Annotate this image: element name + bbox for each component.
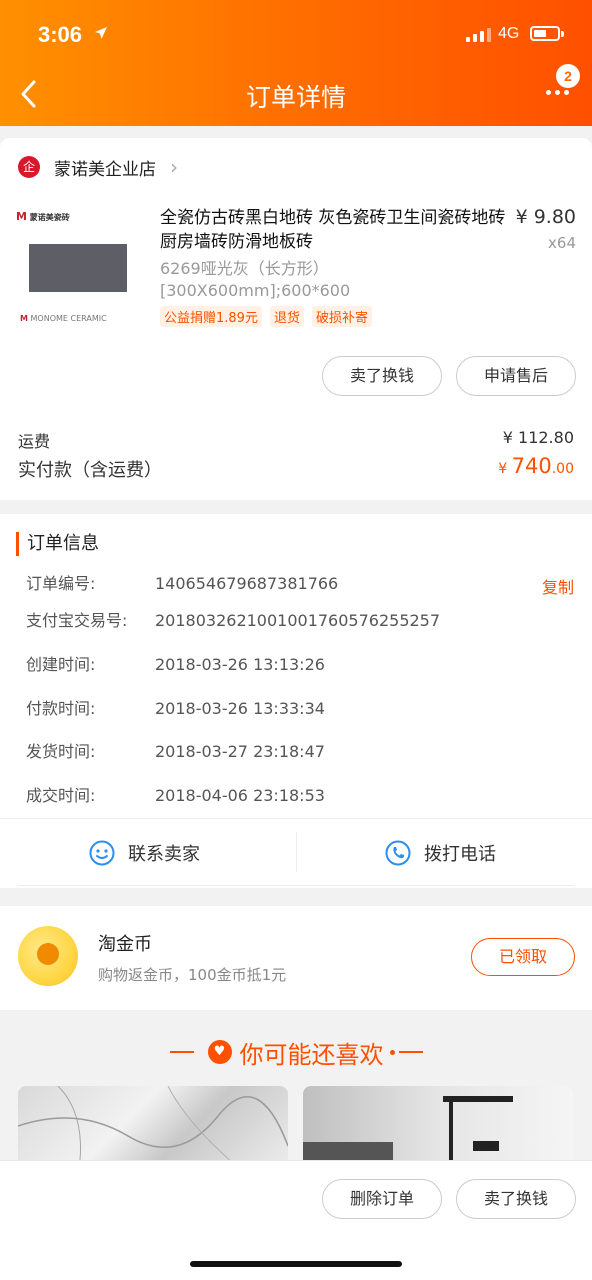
heading-line-right bbox=[398, 1051, 423, 1053]
info-value: 2018-03-27 23:18:47 bbox=[155, 742, 325, 761]
tag-charity: 公益捐赠1.89元 bbox=[160, 306, 262, 327]
heart-icon: ♥ bbox=[207, 1040, 232, 1064]
paid-decimal: .00 bbox=[551, 461, 574, 477]
vertical-divider bbox=[296, 832, 297, 872]
info-value: 140654679687381766 bbox=[155, 574, 339, 593]
divider bbox=[18, 885, 574, 886]
paid-currency: ¥ bbox=[498, 461, 508, 477]
product-spec: 6269哑光灰（长方形）[300X600mm];600*600 bbox=[160, 259, 351, 300]
network-type: 4G bbox=[498, 25, 520, 42]
tag-damage: 破损补寄 bbox=[311, 306, 372, 327]
call-phone-button[interactable]: 拨打电话 bbox=[384, 820, 496, 886]
info-value: 2018-03-26 13:33:34 bbox=[155, 699, 325, 718]
bottom-action-bar: 删除订单 卖了换钱 bbox=[0, 1160, 592, 1280]
product-tile-graphic bbox=[29, 244, 127, 292]
info-value: 2018-04-06 23:18:53 bbox=[155, 786, 325, 805]
info-key: 订单编号: bbox=[26, 574, 96, 593]
sell-for-cash-button-bottom[interactable]: 卖了换钱 bbox=[456, 1179, 576, 1219]
info-value: 2018032621001001760576255257 bbox=[155, 611, 441, 630]
recommend-heading: ♥ 你可能还喜欢 bbox=[0, 1032, 592, 1072]
shop-name: 蒙诺美企业店 bbox=[54, 159, 156, 180]
coins-received-button[interactable]: 已领取 bbox=[471, 938, 575, 976]
heading-dot bbox=[389, 1049, 395, 1055]
paid-integer: 740 bbox=[511, 454, 552, 478]
paid-label: 实付款（含运费） bbox=[18, 460, 162, 481]
copy-button[interactable]: 复制 bbox=[542, 574, 574, 598]
contact-seller-button[interactable]: 联系卖家 bbox=[88, 820, 200, 886]
info-key: 发货时间: bbox=[26, 742, 96, 761]
product-image-footer: M MONOME CERAMIC bbox=[20, 314, 107, 323]
contact-seller-label: 联系卖家 bbox=[128, 844, 200, 865]
product-title[interactable]: 全瓷仿古砖黑白地砖 灰色瓷砖卫生间瓷砖地砖 厨房墙砖防滑地板砖 bbox=[160, 206, 510, 254]
shipping-value: ¥ 112.80 bbox=[502, 428, 574, 447]
shop-link[interactable]: 企 蒙诺美企业店 › bbox=[18, 152, 178, 182]
tag-return: 退货 bbox=[269, 306, 304, 327]
coin-subtitle: 购物返金币，100金币抵1元 bbox=[98, 966, 287, 984]
delete-order-button[interactable]: 删除订单 bbox=[322, 1179, 442, 1219]
recommend-title: 你可能还喜欢 bbox=[239, 1040, 384, 1069]
taojinbi-card: 淘金币 购物返金币，100金币抵1元 已领取 bbox=[0, 906, 592, 1010]
call-phone-label: 拨打电话 bbox=[424, 844, 496, 865]
signal-icon bbox=[466, 28, 491, 42]
product-image[interactable]: M 蒙诺美瓷砖 M MONOME CERAMIC bbox=[14, 206, 144, 336]
location-arrow-icon bbox=[95, 27, 107, 39]
more-dots-icon[interactable] bbox=[546, 90, 569, 95]
info-key: 成交时间: bbox=[26, 786, 96, 805]
product-quantity: x64 bbox=[548, 234, 576, 252]
product-image-brand: M 蒙诺美瓷砖 bbox=[16, 210, 70, 223]
sell-for-cash-button[interactable]: 卖了换钱 bbox=[322, 356, 442, 396]
product-price: ¥ 9.80 bbox=[515, 206, 576, 228]
order-product-card: 企 蒙诺美企业店 › M 蒙诺美瓷砖 M MONOME CERAMIC 全瓷仿古… bbox=[0, 138, 592, 500]
battery-icon bbox=[530, 26, 564, 41]
chat-face-icon bbox=[89, 840, 115, 866]
order-info-card: 订单信息 复制 订单编号: 140654679687381766 支付宝交易号:… bbox=[0, 514, 592, 888]
status-time: 3:06 bbox=[38, 22, 83, 47]
home-indicator bbox=[190, 1261, 402, 1267]
order-info-heading: 订单信息 bbox=[16, 532, 99, 556]
status-bar: 3:06 4G bbox=[0, 22, 592, 52]
top-header: 3:06 4G 订单详情 2 bbox=[0, 0, 592, 126]
chevron-right-icon: › bbox=[170, 155, 178, 179]
info-key: 创建时间: bbox=[26, 655, 96, 674]
info-key: 付款时间: bbox=[26, 699, 96, 718]
after-sale-button[interactable]: 申请售后 bbox=[456, 356, 576, 396]
coin-title: 淘金币 bbox=[98, 934, 152, 955]
info-value: 2018-03-26 13:13:26 bbox=[155, 655, 325, 674]
heading-line-left bbox=[169, 1051, 194, 1053]
paid-value: ¥ 740.00 bbox=[498, 454, 574, 478]
shop-logo-icon: 企 bbox=[18, 156, 40, 178]
info-key: 支付宝交易号: bbox=[26, 611, 128, 630]
product-tags: 公益捐赠1.89元 退货 破损补寄 bbox=[160, 306, 372, 327]
gold-coin-icon bbox=[18, 926, 78, 986]
notification-badge: 2 bbox=[556, 64, 580, 88]
phone-icon bbox=[385, 840, 411, 866]
divider bbox=[0, 818, 592, 819]
page-title: 订单详情 bbox=[245, 83, 346, 112]
shipping-label: 运费 bbox=[18, 432, 51, 451]
